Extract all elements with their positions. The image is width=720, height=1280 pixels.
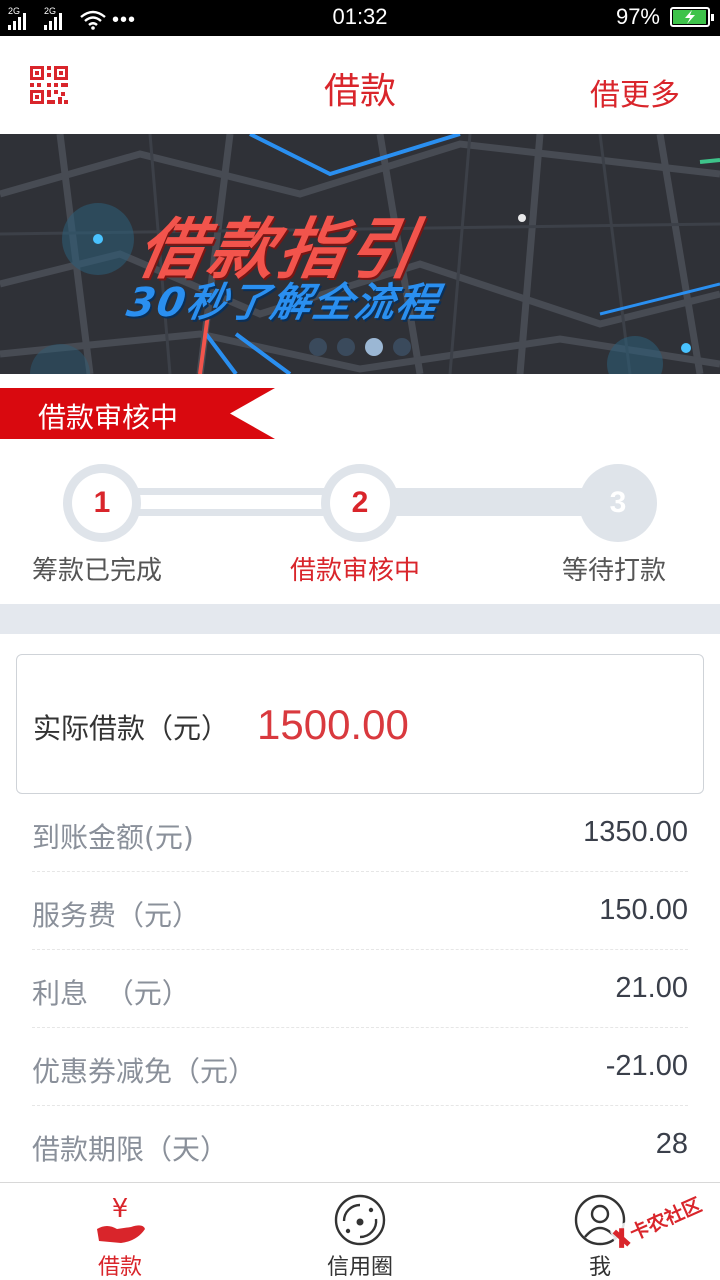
detail-label: 利息 （元） xyxy=(32,977,190,1010)
tab-credit-circle-label: 信用圈 xyxy=(326,1255,393,1280)
actual-loan-label: 实际借款（元） xyxy=(33,712,230,745)
tab-borrow[interactable]: ¥ 借款 xyxy=(0,1183,240,1280)
pager-dot[interactable] xyxy=(309,338,327,356)
progress-steps: 1 2 3 筹款已完成 借款审核中 等待打款 xyxy=(0,462,720,592)
step-3-number: 3 xyxy=(609,486,627,519)
watermark-text: 卡农社区 xyxy=(626,1193,705,1245)
status-bar: 2G 2G ••• 01:32 97% xyxy=(0,0,720,36)
detail-row-service-fee: 服务费（元） 150.00 xyxy=(32,872,688,950)
detail-row-interest: 利息 （元） 21.00 xyxy=(32,950,688,1028)
borrow-more-link[interactable]: 借更多 xyxy=(590,70,680,114)
actual-loan-amount: 1500.00 xyxy=(257,701,409,748)
detail-label: 优惠券减免（元） xyxy=(32,1055,257,1088)
detail-row-coupon-discount: 优惠券减免（元） -21.00 xyxy=(32,1028,688,1106)
status-ribbon-text: 借款审核中 xyxy=(38,401,179,434)
step-2-label: 借款审核中 xyxy=(290,556,421,586)
detail-row-loan-term: 借款期限（天） 28 xyxy=(32,1106,688,1184)
detail-value: 28 xyxy=(655,1128,688,1160)
credit-circle-icon xyxy=(334,1194,386,1246)
community-watermark: 卡农社区 xyxy=(610,1190,710,1252)
tab-credit-circle[interactable]: 信用圈 xyxy=(240,1183,480,1280)
detail-value: 1350.00 xyxy=(583,816,688,848)
actual-loan-card: 实际借款（元） 1500.00 xyxy=(16,654,704,794)
battery-percent: 97% xyxy=(615,4,660,29)
step-1-circle: 1 xyxy=(63,464,141,542)
detail-label: 服务费（元） xyxy=(32,899,201,932)
detail-label: 到账金额(元) xyxy=(32,821,194,854)
detail-row-received-amount: 到账金额(元) 1350.00 xyxy=(32,794,688,872)
clock: 01:32 xyxy=(332,4,388,29)
battery-icon xyxy=(670,7,714,27)
banner-subtitle: 30秒了解全流程 xyxy=(123,280,444,326)
yen-hand-icon: ¥ xyxy=(97,1194,145,1243)
step-3-label: 等待打款 xyxy=(562,556,667,586)
step-1-number: 1 xyxy=(72,473,132,533)
section-divider xyxy=(0,604,720,634)
app-header: 借款 借更多 xyxy=(0,36,720,134)
promo-banner[interactable]: 借款指引 30秒了解全流程 xyxy=(0,134,720,374)
tab-borrow-label: 借款 xyxy=(97,1255,142,1280)
pager-dot[interactable] xyxy=(337,338,355,356)
loan-details-list: 到账金额(元) 1350.00 服务费（元） 150.00 利息 （元） 21.… xyxy=(32,794,688,1184)
detail-value: 21.00 xyxy=(615,972,688,1004)
pager-dot[interactable] xyxy=(393,338,411,356)
step-2-number: 2 xyxy=(330,473,390,533)
detail-value: 150.00 xyxy=(599,894,688,926)
status-ribbon: 借款审核中 xyxy=(0,388,275,439)
svg-text:¥: ¥ xyxy=(112,1194,129,1224)
detail-label: 借款期限（天） xyxy=(32,1133,229,1166)
step-2-circle: 2 xyxy=(321,464,399,542)
detail-value: -21.00 xyxy=(605,1050,688,1082)
banner-pager[interactable] xyxy=(0,338,720,356)
pager-dot[interactable] xyxy=(365,338,383,356)
step-1-label: 筹款已完成 xyxy=(32,556,163,586)
step-3-circle: 3 xyxy=(579,464,657,542)
